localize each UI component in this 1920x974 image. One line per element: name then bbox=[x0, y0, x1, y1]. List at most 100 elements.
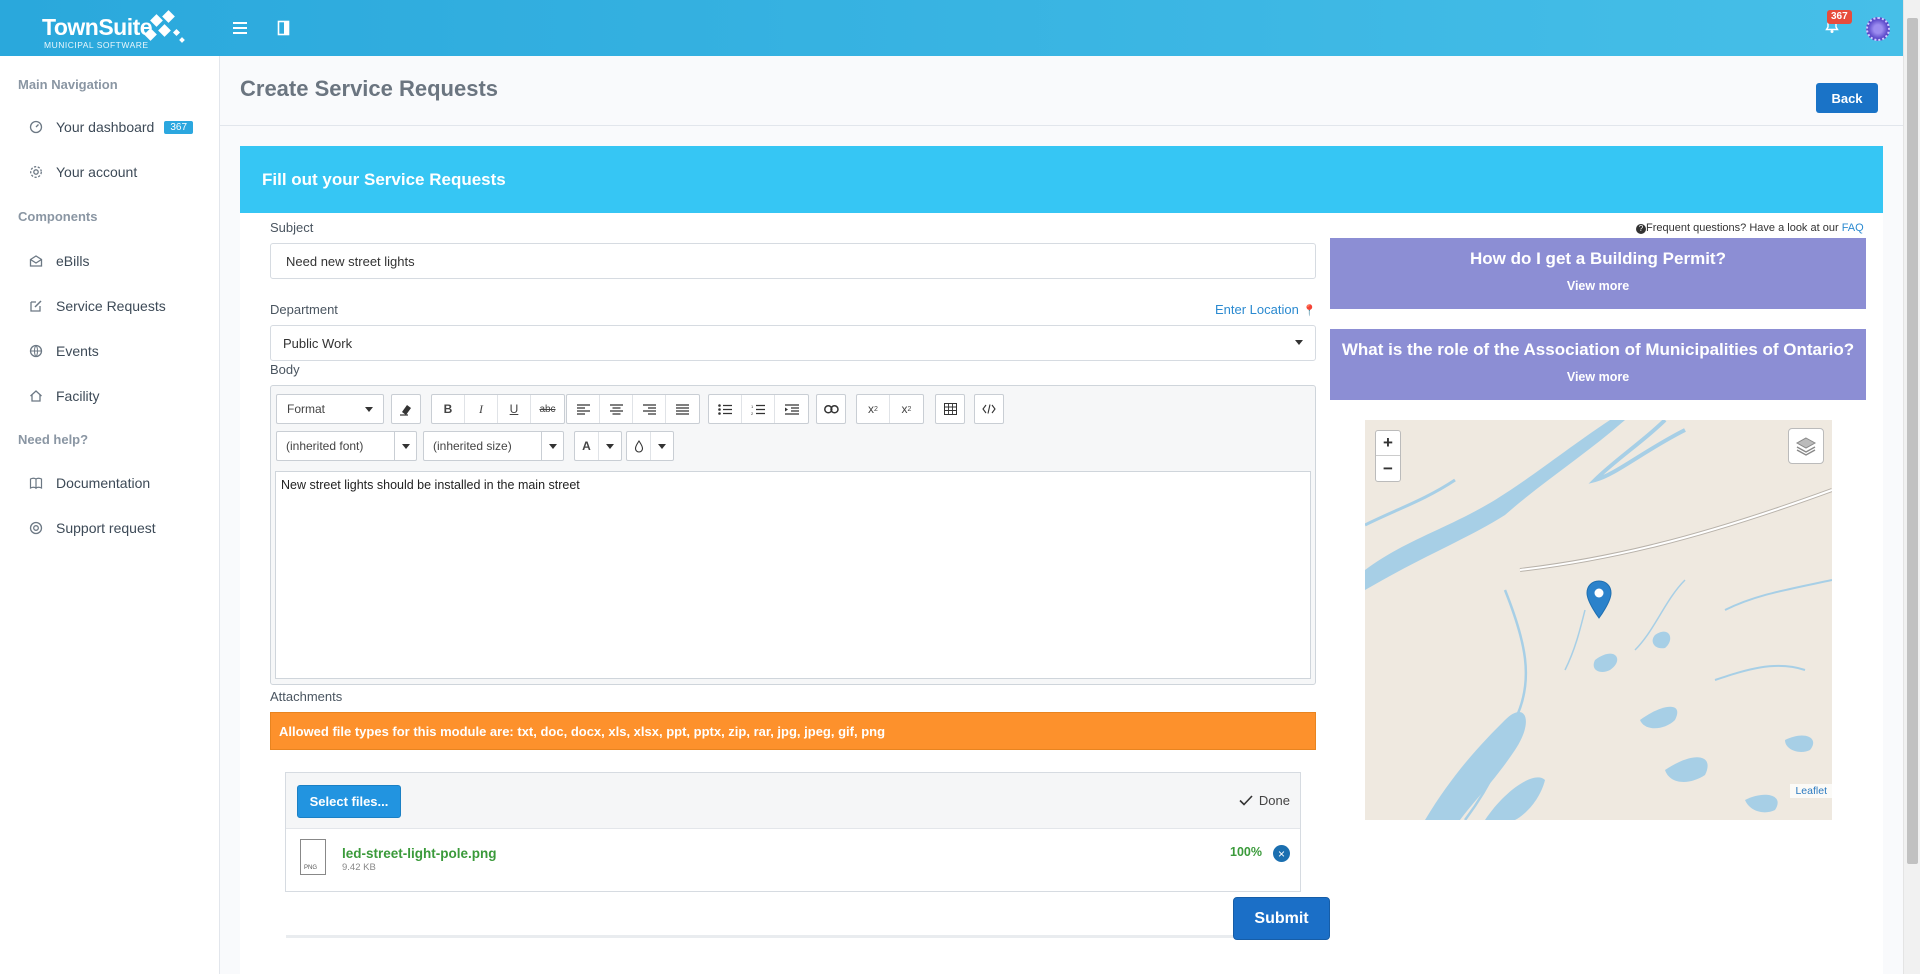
italic-icon[interactable]: I bbox=[465, 395, 498, 423]
department-label: Department bbox=[270, 302, 338, 317]
submit-button[interactable]: Submit bbox=[1233, 897, 1330, 940]
map-marker-icon[interactable] bbox=[1586, 580, 1612, 620]
uploaded-file: PNG led-street-light-pole.png 9.42 KB 10… bbox=[286, 829, 1300, 938]
layers-icon[interactable] bbox=[1788, 428, 1824, 464]
format-label: Format bbox=[287, 402, 326, 416]
sidebar-item-account[interactable]: Your account bbox=[28, 160, 208, 184]
caret-down-icon[interactable] bbox=[651, 432, 673, 460]
sidebar-item-dashboard[interactable]: Your dashboard 367 bbox=[28, 115, 208, 139]
back-button[interactable]: Back bbox=[1816, 83, 1878, 113]
department-select[interactable]: Public Work bbox=[270, 325, 1316, 361]
page-scrollbar[interactable] bbox=[1903, 0, 1920, 974]
subject-value: Need new street lights bbox=[286, 253, 415, 269]
location-map[interactable]: + − Leaflet bbox=[1365, 420, 1832, 820]
zoom-control: + − bbox=[1375, 430, 1401, 482]
dashboard-icon bbox=[28, 119, 44, 135]
map-pin-icon: 📍 bbox=[1302, 305, 1317, 317]
menu-toggle-icon[interactable] bbox=[229, 16, 253, 40]
faq-card[interactable]: What is the role of the Association of M… bbox=[1330, 329, 1866, 400]
indent-icon[interactable] bbox=[775, 395, 808, 423]
superscript-icon[interactable]: x2 bbox=[890, 395, 923, 423]
enter-location-link[interactable]: Enter Location 📍 bbox=[1215, 302, 1316, 317]
sidebar-item-events[interactable]: Events bbox=[28, 339, 208, 363]
top-bar: TownSuite MUNICIPAL SOFTWARE 367 bbox=[0, 0, 1903, 56]
text-color-icon[interactable]: A bbox=[575, 432, 599, 460]
bulleted-list-icon[interactable] bbox=[709, 395, 742, 423]
select-files-button[interactable]: Select files... bbox=[297, 785, 401, 818]
view-more-link[interactable]: View more bbox=[1330, 279, 1866, 293]
format-dropdown[interactable]: Format bbox=[276, 394, 384, 424]
envelope-icon bbox=[28, 253, 44, 269]
logo-mark-icon bbox=[144, 10, 186, 48]
clear-format-icon[interactable] bbox=[391, 394, 421, 424]
subject-input[interactable]: Need new street lights bbox=[270, 243, 1316, 279]
sidebar-item-service-requests[interactable]: Service Requests bbox=[28, 294, 208, 318]
underline-icon[interactable]: U bbox=[498, 395, 531, 423]
dashboard-count-badge: 367 bbox=[164, 120, 194, 134]
map-attribution-link[interactable]: Leaflet bbox=[1790, 784, 1832, 798]
panel-title: Fill out your Service Requests bbox=[240, 146, 1883, 213]
sidebar-heading-components: Components bbox=[18, 209, 98, 224]
strikethrough-icon[interactable]: abc bbox=[531, 395, 564, 423]
faq-intro-text: Frequent questions? Have a look at our bbox=[1646, 222, 1839, 234]
font-size-label: (inherited size) bbox=[433, 439, 512, 453]
link-icon[interactable] bbox=[816, 394, 846, 424]
sidebar-item-support[interactable]: Support request bbox=[28, 516, 208, 540]
map-tiles bbox=[1365, 420, 1832, 820]
subscript-icon[interactable]: x2 bbox=[857, 395, 890, 423]
caret-down-icon[interactable] bbox=[599, 432, 621, 460]
justify-icon[interactable] bbox=[666, 395, 699, 423]
font-size-select[interactable]: (inherited size) bbox=[423, 431, 564, 461]
font-family-select[interactable]: (inherited font) bbox=[276, 431, 417, 461]
notification-badge: 367 bbox=[1827, 10, 1852, 24]
department-value: Public Work bbox=[283, 335, 353, 351]
svg-text:1: 1 bbox=[751, 404, 754, 409]
home-icon bbox=[28, 388, 44, 404]
done-label: Done bbox=[1258, 793, 1290, 808]
faq-card[interactable]: How do I get a Building Permit? View mor… bbox=[1330, 238, 1866, 309]
align-left-icon[interactable] bbox=[567, 395, 600, 423]
svg-text:2: 2 bbox=[751, 411, 754, 415]
upload-status: Done bbox=[1239, 793, 1290, 808]
upload-progress-bar bbox=[286, 935, 1300, 938]
highlight-color-group bbox=[626, 431, 674, 461]
sidebar-heading-main: Main Navigation bbox=[18, 77, 118, 92]
user-avatar[interactable] bbox=[1866, 17, 1890, 41]
file-name: led-street-light-pole.png bbox=[342, 846, 497, 861]
sidebar-item-label: Events bbox=[56, 343, 99, 359]
zoom-out-button[interactable]: − bbox=[1376, 456, 1400, 481]
faq-question: What is the role of the Association of M… bbox=[1341, 340, 1855, 359]
faq-link[interactable]: FAQ bbox=[1842, 222, 1864, 234]
townsuite-logo[interactable]: TownSuite MUNICIPAL SOFTWARE bbox=[18, 10, 218, 50]
zoom-in-button[interactable]: + bbox=[1376, 431, 1400, 456]
editor-content[interactable]: New street lights should be installed in… bbox=[275, 471, 1311, 679]
allowed-file-types-alert: Allowed file types for this module are: … bbox=[270, 712, 1316, 750]
sidebar-item-documentation[interactable]: Documentation bbox=[28, 471, 208, 495]
panel-toggle-icon[interactable] bbox=[272, 16, 296, 40]
book-icon bbox=[28, 475, 44, 491]
page-title: Create Service Requests bbox=[240, 76, 499, 101]
sidebar-item-label: Support request bbox=[56, 520, 156, 536]
caret-down-icon bbox=[365, 406, 373, 412]
globe-icon bbox=[28, 343, 44, 359]
brand-name: TownSuite bbox=[42, 14, 153, 40]
caret-down-icon bbox=[1295, 340, 1303, 345]
remove-file-icon[interactable]: × bbox=[1273, 845, 1290, 862]
code-view-icon[interactable] bbox=[974, 394, 1004, 424]
view-more-link[interactable]: View more bbox=[1330, 370, 1866, 384]
table-icon[interactable] bbox=[935, 394, 965, 424]
page-header: Create Service Requests Back bbox=[220, 56, 1903, 126]
scrollbar-thumb[interactable] bbox=[1907, 18, 1918, 864]
sidebar-item-ebills[interactable]: eBills bbox=[28, 249, 208, 273]
align-right-icon[interactable] bbox=[633, 395, 666, 423]
body-text: New street lights should be installed in… bbox=[281, 478, 580, 492]
numbered-list-icon[interactable]: 12 bbox=[742, 395, 775, 423]
sidebar-item-facility[interactable]: Facility bbox=[28, 384, 208, 408]
list-group: 12 bbox=[708, 394, 809, 424]
droplet-icon[interactable] bbox=[627, 432, 651, 460]
bold-icon[interactable]: B bbox=[432, 395, 465, 423]
allowed-file-types-text: Allowed file types for this module are: … bbox=[279, 724, 886, 739]
gear-icon bbox=[28, 164, 44, 180]
caret-down-icon bbox=[541, 432, 563, 460]
align-center-icon[interactable] bbox=[600, 395, 633, 423]
